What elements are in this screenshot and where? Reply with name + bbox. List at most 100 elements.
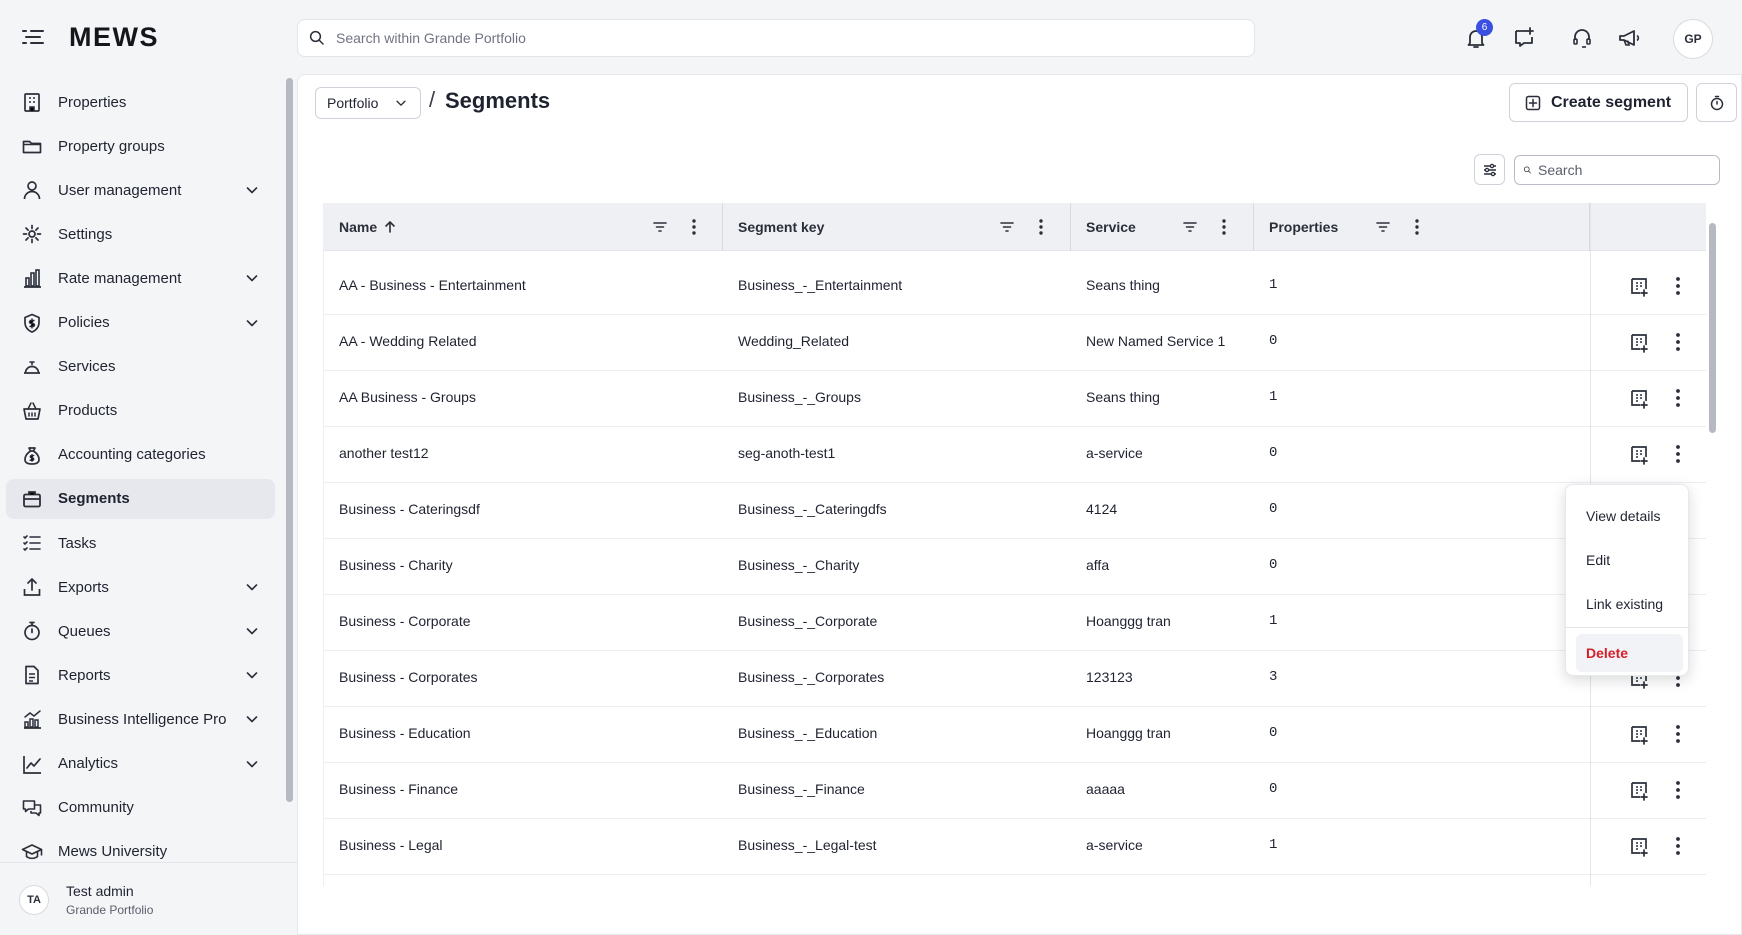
sidebar-scrollbar[interactable] [286,78,293,802]
cell-service: aaaaa [1086,781,1125,797]
row-menu-icon[interactable] [1667,834,1689,858]
menu-icon[interactable] [22,28,44,46]
row-menu-icon[interactable] [1667,778,1689,802]
menu-item-link-existing[interactable]: Link existing [1576,585,1683,623]
trend-chart-icon [24,710,41,730]
sidebar-item-mews-university[interactable]: Mews University [6,832,275,862]
assign-properties-icon[interactable] [1628,779,1650,801]
sidebar-item-property-groups[interactable]: Property groups [6,126,275,166]
cell-name: Business - Education [339,725,471,741]
sidebar-item-services[interactable]: Services [6,347,275,387]
chevron-down-icon[interactable] [244,623,260,639]
chevron-down-icon[interactable] [244,667,260,683]
mews-logo[interactable]: MEWS [69,22,159,53]
cell-name: AA - Wedding Related [339,333,477,349]
sidebar-item-exports[interactable]: Exports [6,567,275,607]
table-scrollbar[interactable] [1709,223,1716,433]
column-menu-icon[interactable] [1408,217,1426,237]
sidebar-item-properties[interactable]: Properties [6,82,275,122]
table-row[interactable]: another test12 seg-anoth-test1 a-service 0 [324,427,1706,483]
table-row[interactable]: Business - Corporate Business_-_Corporate… [324,595,1706,651]
filter-icon[interactable] [998,218,1016,236]
table-row[interactable]: AA - Wedding Related Wedding_Related New N… [324,315,1706,371]
sidebar-item-segments[interactable]: Segments [6,478,275,519]
table-header: Name Segment key Service Properties [324,203,1706,251]
table-row[interactable]: AA Business - Groups Business_-_Groups Sea… [324,371,1706,427]
chevron-down-icon[interactable] [244,315,260,331]
cell-properties: 1 [1269,613,1278,629]
row-menu-icon[interactable] [1667,330,1689,354]
table-row[interactable]: Business - Legal Business_-_Legal-test a-s… [324,819,1706,875]
sidebar-item-label: Reports [58,666,111,684]
sidebar-item-label: Property groups [58,137,165,155]
table-row[interactable]: Business OTAseg-busin-otaa-service1 [324,875,1706,886]
table-row[interactable]: Business - Education Business_-_Education… [324,707,1706,763]
chevron-down-icon[interactable] [244,579,260,595]
assign-properties-icon[interactable] [1628,331,1650,353]
column-menu-icon[interactable] [1032,217,1050,237]
help-button[interactable] [1566,22,1598,54]
create-segment-button[interactable]: Create segment [1509,83,1688,122]
table-row[interactable]: Business - Corporates Business_-_Corporat… [324,651,1706,707]
row-menu-icon[interactable] [1667,386,1689,410]
table-row[interactable]: AA - Business - Entertainment Business_-_… [324,259,1706,315]
assign-properties-icon[interactable] [1628,835,1650,857]
history-button[interactable] [1696,83,1737,122]
sidebar-item-rate-management[interactable]: Rate management [6,258,275,298]
sidebar-item-analytics[interactable]: Analytics [6,744,275,784]
sidebar-item-policies[interactable]: Policies [6,303,275,343]
menu-item-delete[interactable]: Delete [1576,634,1683,672]
sidebar-item-queues[interactable]: Queues [6,611,275,651]
filter-icon[interactable] [1374,218,1392,236]
user-profile[interactable]: TA Test admin Grande Portfolio [0,862,297,935]
cell-name: AA Business - Groups [339,389,476,405]
table-search-input[interactable] [1538,162,1719,178]
account-avatar[interactable]: GP [1673,19,1713,59]
row-menu-icon[interactable] [1667,274,1689,298]
row-menu-icon[interactable] [1667,442,1689,466]
chevron-down-icon[interactable] [244,270,260,286]
column-menu-icon[interactable] [1215,217,1233,237]
filter-icon[interactable] [1181,218,1199,236]
row-menu-icon[interactable] [1667,722,1689,746]
user-name: Test admin [66,883,134,899]
column-header-service[interactable]: Service [1071,203,1254,251]
sidebar-item-label: Mews University [58,843,168,861]
menu-item-edit[interactable]: Edit [1576,541,1683,579]
table-row[interactable]: Business - Finance Business_-_Finance aaaa… [324,763,1706,819]
chevron-down-icon[interactable] [244,711,260,727]
sidebar-item-tasks[interactable]: Tasks [6,523,275,563]
assign-properties-icon[interactable] [1628,723,1650,745]
feedback-button[interactable] [1508,22,1540,54]
segments-table: Name Segment key Service Properties AA -… [323,203,1706,886]
assign-properties-icon[interactable] [1628,275,1650,297]
column-header-name[interactable]: Name [324,203,723,251]
assign-properties-icon[interactable] [1628,443,1650,465]
sidebar-item-community[interactable]: Community [6,788,275,828]
sort-ascending-icon[interactable] [383,220,397,234]
assign-properties-icon[interactable] [1628,387,1650,409]
table-search[interactable] [1514,155,1720,185]
column-header-properties[interactable]: Properties [1254,203,1590,251]
menu-item-view-details[interactable]: View details [1576,497,1683,535]
global-search-input[interactable] [336,20,1254,56]
sidebar-item-accounting-categories[interactable]: Accounting categories [6,435,275,475]
chevron-down-icon[interactable] [244,756,260,772]
sidebar-item-user-management[interactable]: User management [6,170,275,210]
column-header-segment-key[interactable]: Segment key [723,203,1071,251]
filter-icon[interactable] [651,218,669,236]
sidebar-item-products[interactable]: Products [6,391,275,431]
breadcrumb-separator: / [429,87,436,112]
table-row[interactable]: Business - Charity Business_-_Charity affa… [324,539,1706,595]
table-row[interactable]: Business - Cateringsdf Business_-_Caterin… [324,483,1706,539]
portfolio-dropdown[interactable]: Portfolio [315,87,421,119]
sidebar-item-business-intelligence-pro[interactable]: Business Intelligence Pro [6,699,275,739]
column-settings-button[interactable] [1474,154,1505,185]
chevron-down-icon[interactable] [244,182,260,198]
notifications-button[interactable]: 6 [1460,19,1493,54]
sidebar-item-reports[interactable]: Reports [6,655,275,695]
sidebar-item-settings[interactable]: Settings [6,214,275,254]
announcements-button[interactable] [1614,22,1646,54]
global-search[interactable] [297,19,1255,57]
column-menu-icon[interactable] [685,217,703,237]
